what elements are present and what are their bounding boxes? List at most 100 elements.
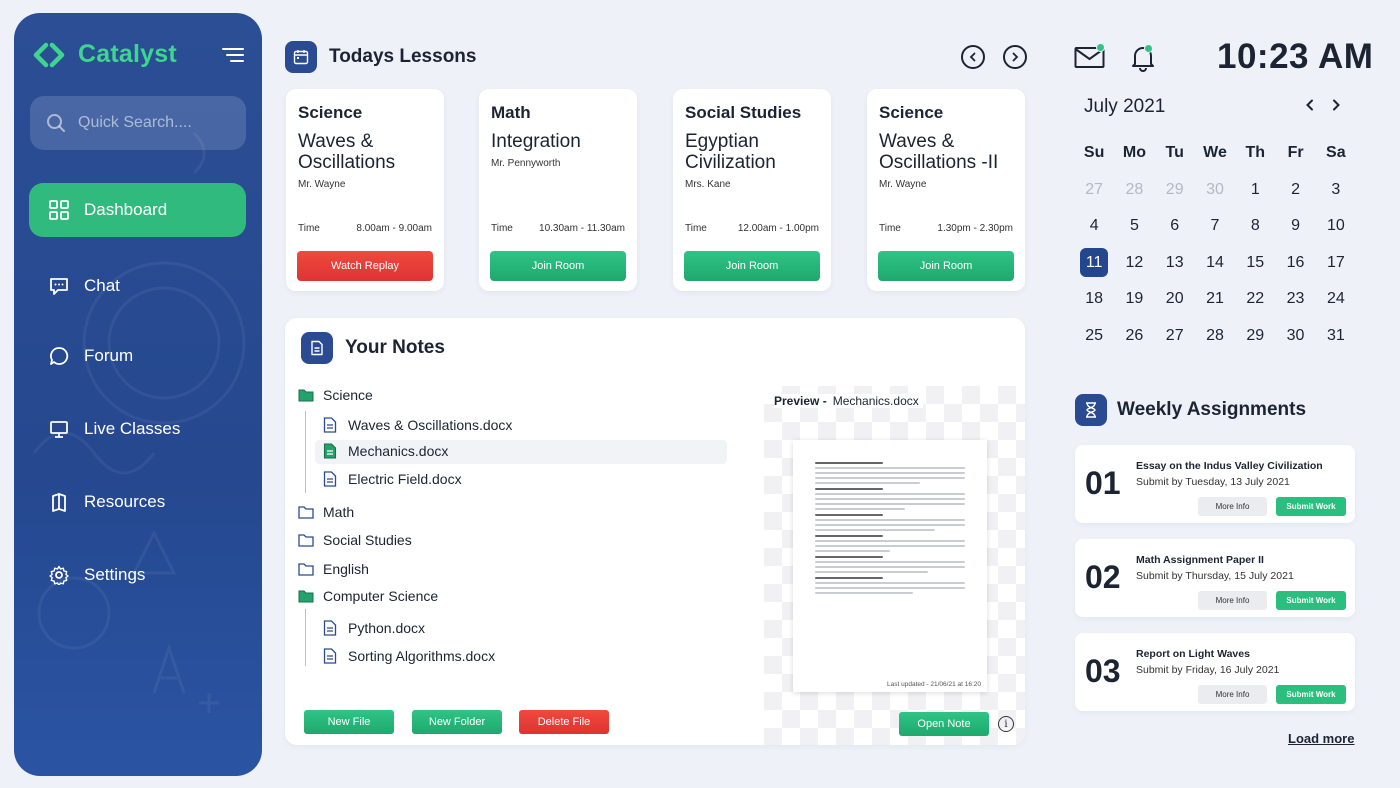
delete-file-button[interactable]: Delete File — [519, 710, 609, 734]
calendar-day[interactable]: 3 — [1316, 172, 1356, 209]
time-label: Time — [491, 223, 513, 234]
calendar-day[interactable]: 8 — [1235, 208, 1275, 245]
file-item[interactable]: Waves & Oscillations.docx — [323, 417, 512, 433]
calendar-day[interactable]: 31 — [1316, 318, 1356, 355]
more-info-button[interactable]: More Info — [1198, 685, 1267, 704]
join-room-button[interactable]: Join Room — [878, 251, 1014, 281]
calendar-day[interactable]: 25 — [1074, 318, 1114, 355]
nav-settings[interactable]: Settings — [29, 548, 246, 602]
file-item[interactable]: Electric Field.docx — [323, 471, 462, 487]
new-file-button[interactable]: New File — [304, 710, 394, 734]
nav-dashboard[interactable]: Dashboard — [29, 183, 246, 237]
calendar-day[interactable]: 23 — [1275, 281, 1315, 318]
calendar-day[interactable]: 29 — [1235, 318, 1275, 355]
load-more-link[interactable]: Load more — [1288, 731, 1354, 746]
new-folder-button[interactable]: New Folder — [412, 710, 502, 734]
lesson-teacher: Mr. Wayne — [298, 179, 346, 190]
preview-label: Preview - Mechanics.docx — [774, 394, 923, 408]
calendar-day[interactable]: 15 — [1235, 245, 1275, 282]
folder-item[interactable]: Math — [298, 504, 354, 520]
calendar-day[interactable]: 5 — [1114, 208, 1154, 245]
more-info-button[interactable]: More Info — [1198, 497, 1267, 516]
join-room-button[interactable]: Join Room — [490, 251, 626, 281]
brand-logo[interactable]: Catalyst — [32, 40, 177, 69]
nav-resources[interactable]: Resources — [29, 475, 246, 529]
calendar-prev-button[interactable] — [1305, 98, 1315, 114]
search-input[interactable] — [78, 114, 228, 132]
submit-work-button[interactable]: Submit Work — [1276, 685, 1346, 704]
folder-name: English — [323, 561, 369, 577]
folder-item[interactable]: Social Studies — [298, 532, 412, 548]
preview-prefix: Preview - — [774, 394, 827, 408]
folder-item[interactable]: Computer Science — [298, 588, 438, 604]
submit-work-button[interactable]: Submit Work — [1276, 497, 1346, 516]
calendar-day[interactable]: 9 — [1275, 208, 1315, 245]
calendar-day-prev-month[interactable]: 28 — [1114, 172, 1154, 209]
screen-icon — [48, 418, 70, 440]
folder-item[interactable]: English — [298, 561, 369, 577]
calendar-day[interactable]: 22 — [1235, 281, 1275, 318]
file-item-selected[interactable]: Mechanics.docx — [323, 443, 448, 459]
calendar-day-prev-month[interactable]: 27 — [1074, 172, 1114, 209]
calendar-day[interactable]: 7 — [1195, 208, 1235, 245]
folder-item[interactable]: Science — [298, 387, 373, 403]
lesson-time: Time 12.00am - 1.00pm — [685, 223, 819, 234]
calendar-day[interactable]: 27 — [1155, 318, 1195, 355]
weekday-label: Tu — [1165, 144, 1184, 162]
join-room-button[interactable]: Join Room — [684, 251, 820, 281]
info-icon[interactable]: i — [998, 716, 1014, 732]
calendar-day[interactable]: 12 — [1114, 245, 1154, 282]
document-preview[interactable]: Last updated - 21/06/21 at 16:20 — [793, 440, 987, 692]
file-name: Waves & Oscillations.docx — [348, 417, 513, 433]
sidebar: Catalyst Dashboard Chat Forum Live Class… — [14, 13, 262, 776]
nav-forum[interactable]: Forum — [29, 329, 246, 383]
calendar-day[interactable]: 28 — [1195, 318, 1235, 355]
calendar-day[interactable]: 19 — [1114, 281, 1154, 318]
file-name: Python.docx — [348, 620, 426, 636]
watch-replay-button[interactable]: Watch Replay — [297, 251, 433, 281]
lessons-prev-button[interactable] — [961, 45, 985, 69]
mail-button[interactable] — [1074, 43, 1106, 75]
calendar-day[interactable]: 10 — [1316, 208, 1356, 245]
notifications-button[interactable] — [1130, 44, 1156, 77]
calendar-day[interactable]: 13 — [1155, 245, 1195, 282]
nav-chat[interactable]: Chat — [29, 259, 246, 313]
menu-toggle-icon[interactable] — [222, 48, 244, 62]
calendar-day[interactable]: 24 — [1316, 281, 1356, 318]
calendar-day[interactable]: 18 — [1074, 281, 1114, 318]
lesson-topic: Integration — [491, 131, 581, 152]
calendar-day[interactable]: 21 — [1195, 281, 1235, 318]
calendar-day[interactable]: 30 — [1275, 318, 1315, 355]
calendar-day-prev-month[interactable]: 30 — [1195, 172, 1235, 209]
calendar-day[interactable]: 26 — [1114, 318, 1154, 355]
calendar-day[interactable]: 4 — [1074, 208, 1114, 245]
file-item[interactable]: Sorting Algorithms.docx — [323, 648, 495, 664]
calendar-next-button[interactable] — [1331, 98, 1341, 114]
calendar-day[interactable]: 2 — [1275, 172, 1315, 209]
calendar-day-prev-month[interactable]: 29 — [1155, 172, 1195, 209]
time-value: 12.00am - 1.00pm — [737, 223, 819, 234]
brand-name: Catalyst — [78, 40, 177, 68]
calendar-day[interactable]: 16 — [1275, 245, 1315, 282]
weekday-label: Mo — [1122, 144, 1146, 162]
folder-name: Computer Science — [323, 588, 439, 604]
weekday-label: We — [1203, 144, 1227, 162]
catalyst-logo-icon — [33, 42, 65, 67]
more-info-button[interactable]: More Info — [1198, 591, 1267, 610]
calendar-day[interactable]: 14 — [1195, 245, 1235, 282]
calendar-day-today[interactable]: 11 — [1074, 245, 1114, 282]
calendar-month: July 2021 — [1084, 96, 1166, 117]
lessons-next-button[interactable] — [1003, 45, 1027, 69]
calendar-day[interactable]: 1 — [1235, 172, 1275, 209]
open-note-button[interactable]: Open Note — [899, 712, 989, 736]
nav-settings-label: Settings — [84, 565, 146, 584]
calendar-day[interactable]: 6 — [1155, 208, 1195, 245]
calendar-day[interactable]: 17 — [1316, 245, 1356, 282]
calendar-day[interactable]: 20 — [1155, 281, 1195, 318]
tree-connector — [305, 609, 306, 666]
nav-live-classes[interactable]: Live Classes — [29, 402, 246, 456]
lesson-card: Science Waves & Oscillations Mr. Wayne T… — [286, 89, 444, 291]
submit-work-button[interactable]: Submit Work — [1276, 591, 1346, 610]
assignment-card: 02 Math Assignment Paper II Submit by Th… — [1075, 539, 1355, 617]
file-item[interactable]: Python.docx — [323, 620, 425, 636]
